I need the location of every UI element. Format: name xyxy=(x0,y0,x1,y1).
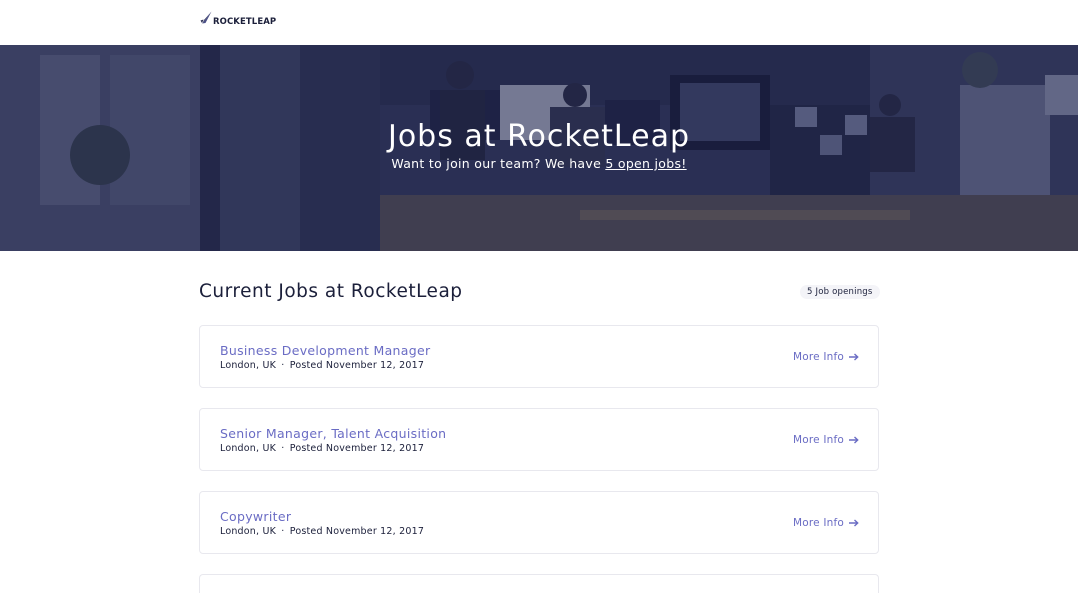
logo-text: ROCKETLEAP xyxy=(213,16,277,27)
job-location: London, UK xyxy=(220,360,277,371)
job-location: London, UK xyxy=(220,526,277,537)
more-info-label: More Info xyxy=(792,434,844,446)
more-info-label: More Info xyxy=(792,517,844,529)
job-card[interactable]: Copywriter London, UK · Posted November … xyxy=(199,491,879,554)
section-title: Current Jobs at RocketLeap xyxy=(199,281,463,302)
job-posted-date: Posted November 12, 2017 xyxy=(289,360,425,371)
more-info-link[interactable]: More Info xyxy=(793,434,859,446)
meta-separator: · xyxy=(281,443,285,454)
job-card[interactable]: Business Development Manager London, UK … xyxy=(199,325,879,388)
logo-link[interactable]: ROCKETLEAP xyxy=(199,11,276,29)
job-openings-badge: 5 Job openings xyxy=(800,285,880,299)
more-info-label: More Info xyxy=(792,351,844,363)
more-info-link[interactable]: More Info xyxy=(793,351,859,363)
top-bar: ROCKETLEAP xyxy=(0,0,1078,45)
job-meta: London, UK · Posted November 12, 2017 xyxy=(220,443,424,454)
job-title[interactable]: Business Development Manager xyxy=(220,343,430,358)
job-card-partial[interactable] xyxy=(199,574,879,593)
job-meta: London, UK · Posted November 12, 2017 xyxy=(220,526,424,537)
rocket-icon xyxy=(200,11,212,28)
arrow-right-icon xyxy=(849,353,859,361)
arrow-right-icon xyxy=(849,519,859,527)
job-title[interactable]: Copywriter xyxy=(220,509,291,524)
hero-title: Jobs at RocketLeap xyxy=(387,119,691,154)
hero-banner: Jobs at RocketLeap Want to join our team… xyxy=(0,45,1078,251)
job-meta: London, UK · Posted November 12, 2017 xyxy=(220,360,424,371)
job-title[interactable]: Senior Manager, Talent Acquisition xyxy=(220,426,446,441)
job-posted-date: Posted November 12, 2017 xyxy=(289,443,425,454)
hero-subtitle: Want to join our team? We have 5 open jo… xyxy=(0,156,1078,171)
arrow-right-icon xyxy=(849,436,859,444)
hero-subtitle-text: Want to join our team? We have xyxy=(391,156,606,171)
open-jobs-link[interactable]: 5 open jobs! xyxy=(605,156,686,171)
more-info-link[interactable]: More Info xyxy=(793,517,859,529)
meta-separator: · xyxy=(281,360,285,371)
job-posted-date: Posted November 12, 2017 xyxy=(289,526,425,537)
job-card[interactable]: Senior Manager, Talent Acquisition Londo… xyxy=(199,408,879,471)
job-location: London, UK xyxy=(220,443,277,454)
meta-separator: · xyxy=(281,526,285,537)
